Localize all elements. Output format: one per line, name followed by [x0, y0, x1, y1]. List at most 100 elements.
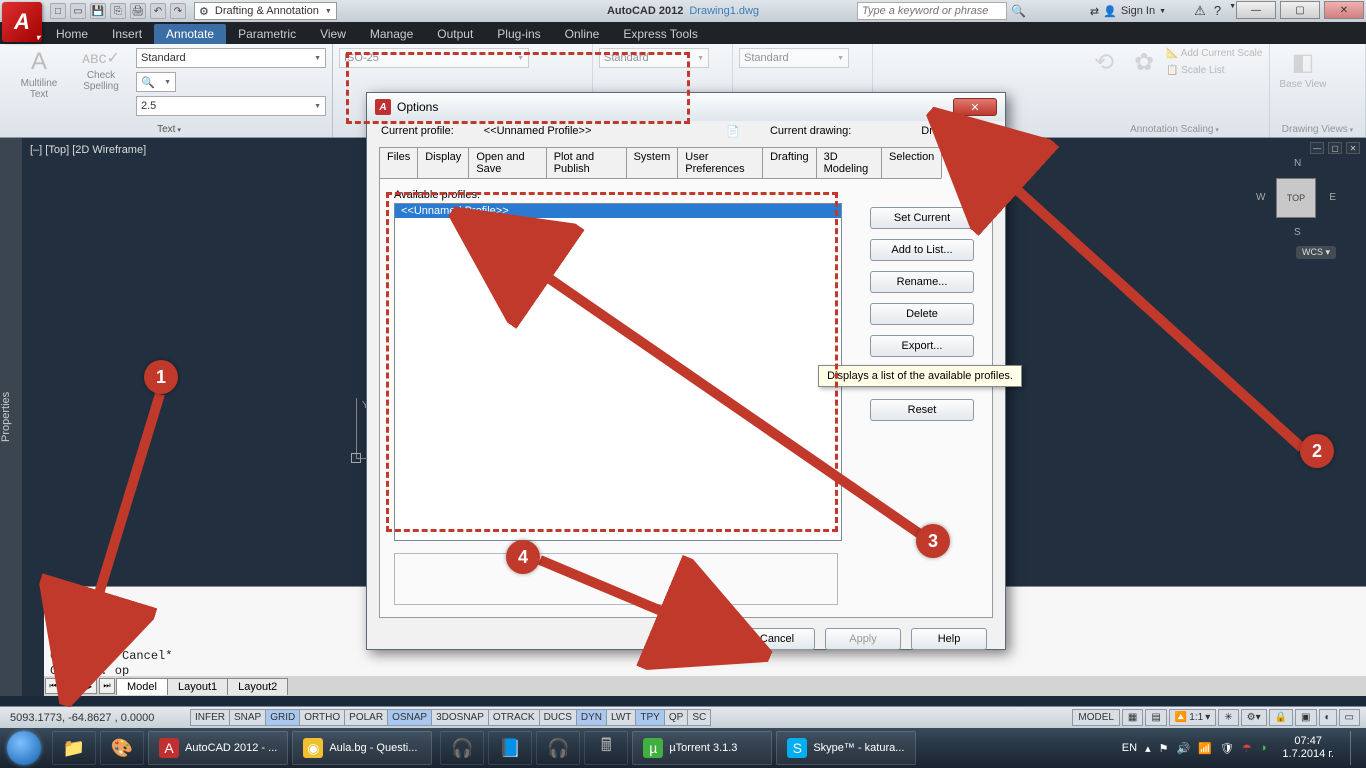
open-icon[interactable]: ▭	[70, 3, 86, 19]
saveas-icon[interactable]: ⎘	[110, 3, 126, 19]
tab-nav-last[interactable]: ⏭	[99, 678, 115, 694]
viewport-controls[interactable]: [–] [Top] [2D Wireframe]	[30, 144, 146, 156]
anno-visibility-toggle[interactable]: ✳	[1218, 709, 1238, 726]
avira-icon[interactable]: ☂	[1242, 742, 1252, 755]
ribbon-tab-manage[interactable]: Manage	[358, 24, 425, 44]
quickview-layouts-icon[interactable]: ▦	[1122, 709, 1143, 726]
dim-style-combo[interactable]: ISO-25	[339, 48, 529, 68]
viewcube-north[interactable]: N	[1294, 158, 1301, 169]
paint-icon[interactable]: 🎨	[100, 731, 144, 765]
ribbon-tab-express-tools[interactable]: Express Tools	[611, 24, 709, 44]
coordinate-readout[interactable]: 5093.1773, -64.8627 , 0.0000	[0, 712, 190, 724]
taskbar-clock[interactable]: 07:47 1.7.2014 г.	[1274, 735, 1342, 761]
isolate-objects-icon[interactable]: ◐	[1319, 709, 1337, 726]
toggle-infer[interactable]: INFER	[190, 709, 230, 726]
save-icon[interactable]: 💾	[90, 3, 106, 19]
find-text-button[interactable]: 🔍	[136, 72, 176, 92]
explorer-icon[interactable]: 📁	[52, 731, 96, 765]
language-indicator[interactable]: EN	[1122, 742, 1137, 754]
text-style-combo[interactable]: Standard	[136, 48, 326, 68]
ribbon-tab-online[interactable]: Online	[553, 24, 612, 44]
viewcube-face-top[interactable]: TOP	[1276, 178, 1316, 218]
toggle-osnap[interactable]: OSNAP	[387, 709, 432, 726]
text-height-combo[interactable]: 2.5	[136, 96, 326, 116]
taskbar-app-autocad[interactable]: AAutoCAD 2012 - ...	[148, 731, 288, 765]
toggle-grid[interactable]: GRID	[265, 709, 300, 726]
wcs-dropdown[interactable]: WCS ▾	[1296, 246, 1336, 259]
exclaim-icon[interactable]: ⚠	[1194, 3, 1206, 19]
options-tab-system[interactable]: System	[626, 147, 679, 179]
options-tab-user-preferences[interactable]: User Preferences	[677, 147, 763, 179]
anno-scale-button[interactable]: 🔼1:1▾	[1169, 709, 1216, 726]
redo-icon[interactable]: ↷	[170, 3, 186, 19]
ribbon-tab-home[interactable]: Home	[44, 24, 100, 44]
notepad-icon[interactable]: 📘	[488, 731, 532, 765]
hardware-accel-icon[interactable]: ▣	[1295, 709, 1316, 726]
profile-list-item[interactable]: <<Unnamed Profile>>	[395, 204, 841, 218]
tray-expand-icon[interactable]: ▴	[1145, 742, 1151, 755]
ribbon-tab-insert[interactable]: Insert	[100, 24, 154, 44]
show-desktop-button[interactable]	[1350, 731, 1360, 765]
viewcube[interactable]: N S E W TOP	[1256, 158, 1336, 238]
options-tab-drafting[interactable]: Drafting	[762, 147, 817, 179]
signin-area[interactable]: ⇄ 👤 Sign In ▼	[1090, 5, 1166, 18]
network-icon[interactable]: 📶	[1198, 742, 1212, 755]
volume-icon[interactable]: 🔊	[1176, 742, 1190, 755]
calculator-icon[interactable]: 🖩	[584, 731, 628, 765]
flag-icon[interactable]: ⚑	[1159, 742, 1169, 755]
profiles-listbox[interactable]: <<Unnamed Profile>>	[394, 203, 842, 541]
options-tab-plot-and-publish[interactable]: Plot and Publish	[546, 147, 627, 179]
profile-export-button[interactable]: Export...	[870, 335, 974, 357]
tab-nav-first[interactable]: ⏮	[45, 678, 61, 694]
layout-tab-model[interactable]: Model	[116, 678, 168, 695]
search-input[interactable]	[857, 2, 1007, 20]
close-button[interactable]: ✕	[1324, 1, 1364, 19]
help-button[interactable]: Help	[911, 628, 987, 650]
taskbar-app-skype[interactable]: SSkype™ - katura...	[776, 731, 916, 765]
table-style-combo[interactable]: Standard	[739, 48, 849, 68]
leader-style-combo[interactable]: Standard	[599, 48, 709, 68]
toggle-sc[interactable]: SC	[687, 709, 711, 726]
taskbar-app-chrome[interactable]: ◉Aula.bg - Questi...	[292, 731, 432, 765]
clean-screen-icon[interactable]: ▭	[1339, 709, 1360, 726]
ribbon-tab-parametric[interactable]: Parametric	[226, 24, 308, 44]
scale-list-button[interactable]: 📋 Scale List	[1166, 65, 1225, 76]
toggle-3dosnap[interactable]: 3DOSNAP	[431, 709, 489, 726]
profile-rename-button[interactable]: Rename...	[870, 271, 974, 293]
viewcube-east[interactable]: E	[1329, 192, 1336, 203]
workspace-switch-icon[interactable]: ⚙▾	[1241, 709, 1267, 726]
search-icon[interactable]: 🔍	[1011, 4, 1026, 18]
onedrive-icon[interactable]: ◑	[1260, 742, 1267, 754]
model-paper-toggle[interactable]: MODEL	[1072, 709, 1120, 726]
toggle-ortho[interactable]: ORTHO	[299, 709, 345, 726]
ribbon-tab-plug-ins[interactable]: Plug-ins	[485, 24, 552, 44]
sync-scale-icon[interactable]: ⟲	[1086, 48, 1122, 77]
options-tab-profiles[interactable]: Profiles	[941, 147, 994, 179]
toggle-dyn[interactable]: DYN	[576, 709, 607, 726]
add-current-scale-button[interactable]: 📐 Add Current Scale	[1166, 48, 1262, 59]
app-menu-button[interactable]: A	[2, 2, 42, 42]
toggle-qp[interactable]: QP	[664, 709, 688, 726]
profile-reset-button[interactable]: Reset	[870, 399, 974, 421]
cancel-button[interactable]: Cancel	[739, 628, 815, 650]
viewcube-west[interactable]: W	[1256, 192, 1265, 203]
profile-set-current-button[interactable]: Set Current	[870, 207, 974, 229]
doc-minimize-icon[interactable]: —	[1310, 142, 1324, 154]
viewcube-south[interactable]: S	[1294, 227, 1301, 238]
ok-button[interactable]: OK	[653, 628, 729, 650]
layout-tab-layout2[interactable]: Layout2	[227, 678, 288, 695]
ribbon-tab-annotate[interactable]: Annotate	[154, 24, 226, 44]
multiline-text-button[interactable]: A Multiline Text	[12, 48, 66, 116]
toggle-snap[interactable]: SNAP	[229, 709, 266, 726]
options-tab-display[interactable]: Display	[417, 147, 469, 179]
maximize-button[interactable]: ▢	[1280, 1, 1320, 19]
toggle-lwt[interactable]: LWT	[606, 709, 636, 726]
doc-close-icon[interactable]: ✕	[1346, 142, 1360, 154]
tab-nav-prev[interactable]: ◀	[63, 678, 79, 694]
taskbar-app-utorrent[interactable]: µµTorrent 3.1.3	[632, 731, 772, 765]
quickview-drawings-icon[interactable]: ▤	[1145, 709, 1166, 726]
ribbon-tab-view[interactable]: View	[308, 24, 358, 44]
toolbar-lock-icon[interactable]: 🔒	[1269, 709, 1293, 726]
options-tab-selection[interactable]: Selection	[881, 147, 942, 179]
doc-restore-icon[interactable]: ▢	[1328, 142, 1342, 154]
